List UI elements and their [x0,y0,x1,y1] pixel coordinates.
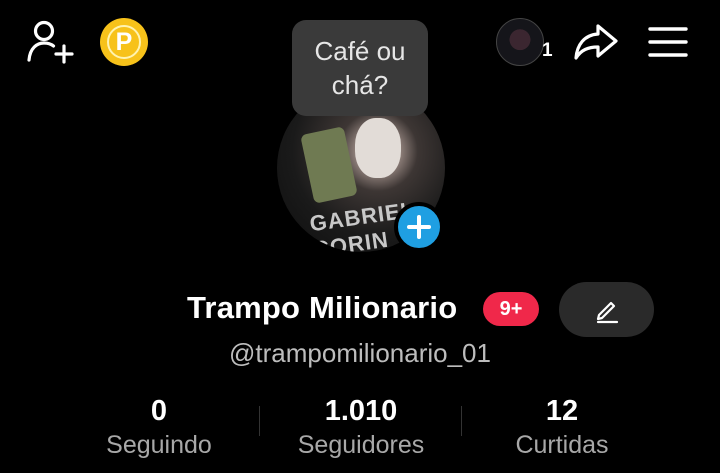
add-user-icon [27,20,74,64]
stat-following-value: 0 [150,395,168,427]
profile-stats: 0 Seguindo 1.010 Seguidores 12 Curtidas [0,394,720,464]
stat-likes-label: Curtidas [515,431,609,459]
share-icon [574,24,618,60]
notification-badge[interactable]: 9+ [483,292,539,326]
share-button[interactable] [572,20,620,64]
stat-following[interactable]: 0 Seguindo [59,394,259,462]
avatar-face-graphic [355,118,401,178]
add-user-button[interactable] [24,18,76,66]
add-avatar-button[interactable] [394,202,444,252]
tooltip: Café ou chá? [292,20,428,116]
menu-button[interactable] [646,20,690,64]
story-avatar [496,18,544,66]
stat-followers-value: 1.010 [324,395,398,427]
plus-icon [407,215,431,239]
stat-likes-value: 12 [545,395,579,427]
edit-profile-button[interactable] [559,282,654,337]
avatar-money-graphic [300,126,358,204]
stat-following-label: Seguindo [106,431,212,459]
profile-name: Trampo Milionario [187,290,458,325]
menu-icon [648,27,688,57]
coin-button[interactable]: P [100,18,148,66]
name-row: Trampo Milionario 9+ [0,282,720,338]
profile-handle: @trampomilionario_01 [229,338,491,368]
stories-button[interactable]: 1 [496,18,560,66]
stats-divider [259,406,260,436]
stat-likes[interactable]: 12 Curtidas [462,394,662,462]
coin-icon: P [107,25,141,59]
stories-count: 1 [542,40,553,61]
pencil-icon [596,301,618,323]
stat-followers[interactable]: 1.010 Seguidores [261,394,461,462]
stat-followers-label: Seguidores [297,431,425,459]
